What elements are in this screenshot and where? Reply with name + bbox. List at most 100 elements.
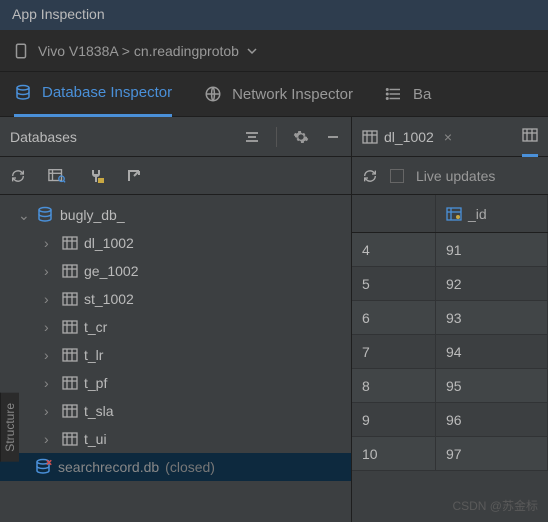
table-row[interactable]: 996 bbox=[352, 403, 548, 437]
table-search-icon[interactable] bbox=[48, 168, 66, 184]
plug-icon[interactable] bbox=[88, 168, 104, 184]
breadcrumb-text: Vivo V1838A > cn.readingprotob bbox=[38, 43, 239, 59]
tree-label: t_sla bbox=[84, 403, 114, 419]
row-id-cell[interactable]: 96 bbox=[436, 403, 548, 436]
app-title: App Inspection bbox=[12, 6, 105, 22]
header-actions bbox=[244, 127, 341, 147]
tree-table-item[interactable]: › st_1002 bbox=[0, 285, 351, 313]
table-icon bbox=[62, 348, 78, 362]
row-id-cell[interactable]: 97 bbox=[436, 437, 548, 470]
databases-panel: Databases ⌄ bugly_db_ › dl_1002 › ge_1002 › s… bbox=[0, 117, 352, 522]
watermark: CSDN @苏金标 bbox=[452, 497, 538, 514]
tab-label: Ba bbox=[413, 86, 431, 103]
tree-label: t_pf bbox=[84, 375, 107, 391]
table-icon bbox=[62, 320, 78, 334]
chevron-right-icon: › bbox=[44, 319, 56, 335]
refresh-icon[interactable] bbox=[10, 168, 26, 184]
tree-table-item[interactable]: › t_sla bbox=[0, 397, 351, 425]
export-icon[interactable] bbox=[126, 168, 142, 184]
data-panel: dl_1002 × Live updates _id 4915926937948… bbox=[352, 117, 548, 522]
minimize-icon[interactable] bbox=[325, 129, 341, 145]
row-id-cell[interactable]: 92 bbox=[436, 267, 548, 300]
table-row[interactable]: 895 bbox=[352, 369, 548, 403]
chevron-right-icon: › bbox=[44, 263, 56, 279]
phone-icon bbox=[12, 42, 30, 60]
divider bbox=[276, 127, 277, 147]
chevron-down-icon bbox=[247, 46, 257, 56]
data-toolbar: Live updates bbox=[352, 157, 548, 195]
breadcrumb-bar[interactable]: Vivo V1838A > cn.readingprotob bbox=[0, 30, 548, 72]
closed-suffix: (closed) bbox=[165, 459, 215, 475]
chevron-right-icon: › bbox=[44, 291, 56, 307]
tree-db-root[interactable]: ⌄ bugly_db_ bbox=[0, 201, 351, 229]
table-icon bbox=[62, 376, 78, 390]
tree-label: t_cr bbox=[84, 319, 107, 335]
tab-database-inspector[interactable]: Database Inspector bbox=[14, 72, 172, 117]
databases-toolbar bbox=[0, 157, 351, 195]
tree-table-item[interactable]: › t_pf bbox=[0, 369, 351, 397]
row-index: 4 bbox=[352, 233, 436, 266]
grid-header-id[interactable]: _id bbox=[436, 195, 548, 232]
tree-label: st_1002 bbox=[84, 291, 134, 307]
data-tabs: dl_1002 × bbox=[352, 117, 548, 157]
table-row[interactable]: 794 bbox=[352, 335, 548, 369]
tree-label: t_ui bbox=[84, 431, 107, 447]
tree-table-item[interactable]: ›t_lr bbox=[0, 341, 351, 369]
database-tree: ⌄ bugly_db_ › dl_1002 › ge_1002 › st_1002 › t_c… bbox=[0, 195, 351, 522]
data-tab[interactable]: dl_1002 × bbox=[362, 129, 452, 145]
chevron-right-icon: › bbox=[44, 403, 56, 419]
tree-table-item[interactable]: › ge_1002 bbox=[0, 257, 351, 285]
tree-db-closed[interactable]: searchrecord.db (closed) bbox=[0, 453, 351, 481]
live-updates-checkbox[interactable] bbox=[390, 169, 404, 183]
row-id-cell[interactable]: 91 bbox=[436, 233, 548, 266]
tree-table-item[interactable]: ›t_ui bbox=[0, 425, 351, 453]
data-tab-label: dl_1002 bbox=[384, 129, 434, 145]
gear-icon[interactable] bbox=[293, 129, 309, 145]
key-icon bbox=[446, 207, 462, 221]
data-tab-extra[interactable] bbox=[522, 117, 538, 157]
tab-label: Network Inspector bbox=[232, 86, 353, 103]
table-row[interactable]: 491 bbox=[352, 233, 548, 267]
table-icon bbox=[62, 292, 78, 306]
grid-header-label: _id bbox=[468, 206, 487, 222]
tree-label: dl_1002 bbox=[84, 235, 134, 251]
tree-table-item[interactable]: › dl_1002 bbox=[0, 229, 351, 257]
chevron-right-icon: › bbox=[44, 375, 56, 391]
tree-label: ge_1002 bbox=[84, 263, 139, 279]
refresh-icon[interactable] bbox=[362, 168, 378, 184]
tab-network-inspector[interactable]: Network Inspector bbox=[204, 72, 353, 117]
grid-header: _id bbox=[352, 195, 548, 233]
tree-table-item[interactable]: › t_cr bbox=[0, 313, 351, 341]
table-row[interactable]: 1097 bbox=[352, 437, 548, 471]
table-icon bbox=[522, 128, 538, 142]
database-closed-icon bbox=[34, 458, 52, 476]
table-icon bbox=[62, 236, 78, 250]
row-id-cell[interactable]: 93 bbox=[436, 301, 548, 334]
row-index: 9 bbox=[352, 403, 436, 436]
row-id-cell[interactable]: 94 bbox=[436, 335, 548, 368]
tree-label: bugly_db_ bbox=[60, 207, 125, 223]
table-row[interactable]: 693 bbox=[352, 301, 548, 335]
close-icon[interactable]: × bbox=[444, 129, 452, 145]
row-index: 10 bbox=[352, 437, 436, 470]
tab-background-task[interactable]: Ba bbox=[385, 72, 431, 117]
row-id-cell[interactable]: 95 bbox=[436, 369, 548, 402]
table-icon bbox=[62, 264, 78, 278]
live-updates-label: Live updates bbox=[416, 168, 495, 184]
globe-icon bbox=[204, 85, 222, 103]
chevron-down-icon: ⌄ bbox=[18, 207, 30, 224]
data-grid: _id 4915926937948959961097 bbox=[352, 195, 548, 522]
chevron-right-icon: › bbox=[44, 347, 56, 363]
tree-label: searchrecord.db bbox=[58, 459, 159, 475]
chevron-right-icon: › bbox=[44, 235, 56, 251]
databases-title: Databases bbox=[10, 129, 77, 145]
main-area: Databases ⌄ bugly_db_ › dl_1002 › ge_1002 › s… bbox=[0, 117, 548, 522]
row-index: 8 bbox=[352, 369, 436, 402]
title-bar: App Inspection bbox=[0, 0, 548, 30]
table-row[interactable]: 592 bbox=[352, 267, 548, 301]
filter-icon[interactable] bbox=[244, 129, 260, 145]
sidebar-structure-tab[interactable]: Structure bbox=[0, 393, 19, 462]
table-icon bbox=[362, 130, 378, 144]
grid-header-index[interactable] bbox=[352, 195, 436, 232]
database-icon bbox=[14, 84, 32, 102]
